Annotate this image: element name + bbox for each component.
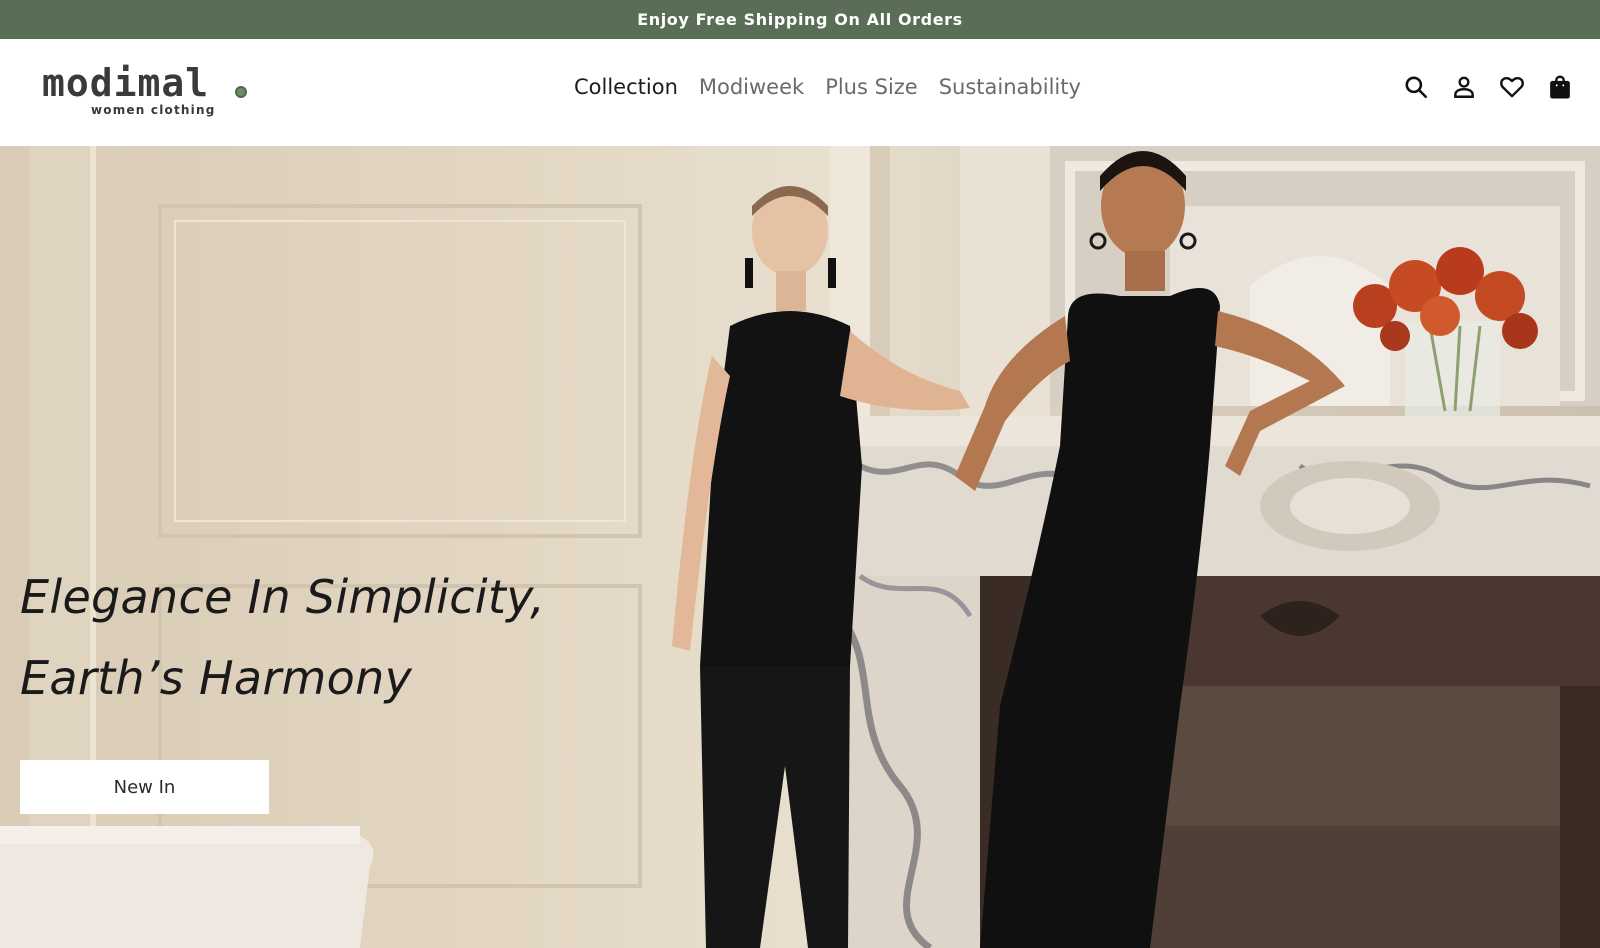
shopping-bag-icon[interactable] <box>1546 73 1574 101</box>
nav-collection[interactable]: Collection <box>574 73 678 101</box>
hero-banner: Elegance In Simplicity, Earth’s Harmony … <box>0 146 1600 948</box>
hero-photo <box>0 146 1600 948</box>
announcement-bar: Enjoy Free Shipping On All Orders <box>0 0 1600 39</box>
heart-icon[interactable] <box>1498 73 1526 101</box>
hero-headline-line-1: Elegance In Simplicity, <box>20 570 546 624</box>
brand-tagline: women clothing <box>91 103 216 117</box>
announcement-text: Enjoy Free Shipping On All Orders <box>637 10 963 29</box>
brand-logo[interactable]: modimal women clothing <box>42 61 262 121</box>
hero-headline-line-2: Earth’s Harmony <box>20 651 413 705</box>
new-in-button[interactable]: New In <box>20 760 269 814</box>
nav-plus-size[interactable]: Plus Size <box>825 73 918 101</box>
logo-leaf-icon <box>235 86 247 98</box>
nav-sustainability[interactable]: Sustainability <box>939 73 1081 101</box>
user-icon[interactable] <box>1450 73 1478 101</box>
brand-name: modimal <box>42 61 210 105</box>
nav-modiweek[interactable]: Modiweek <box>699 73 804 101</box>
search-icon[interactable] <box>1402 73 1430 101</box>
main-nav: Collection Modiweek Plus Size Sustainabi… <box>574 73 1081 101</box>
site-header: modimal women clothing Collection Modiwe… <box>0 39 1600 146</box>
header-actions <box>1402 73 1574 101</box>
